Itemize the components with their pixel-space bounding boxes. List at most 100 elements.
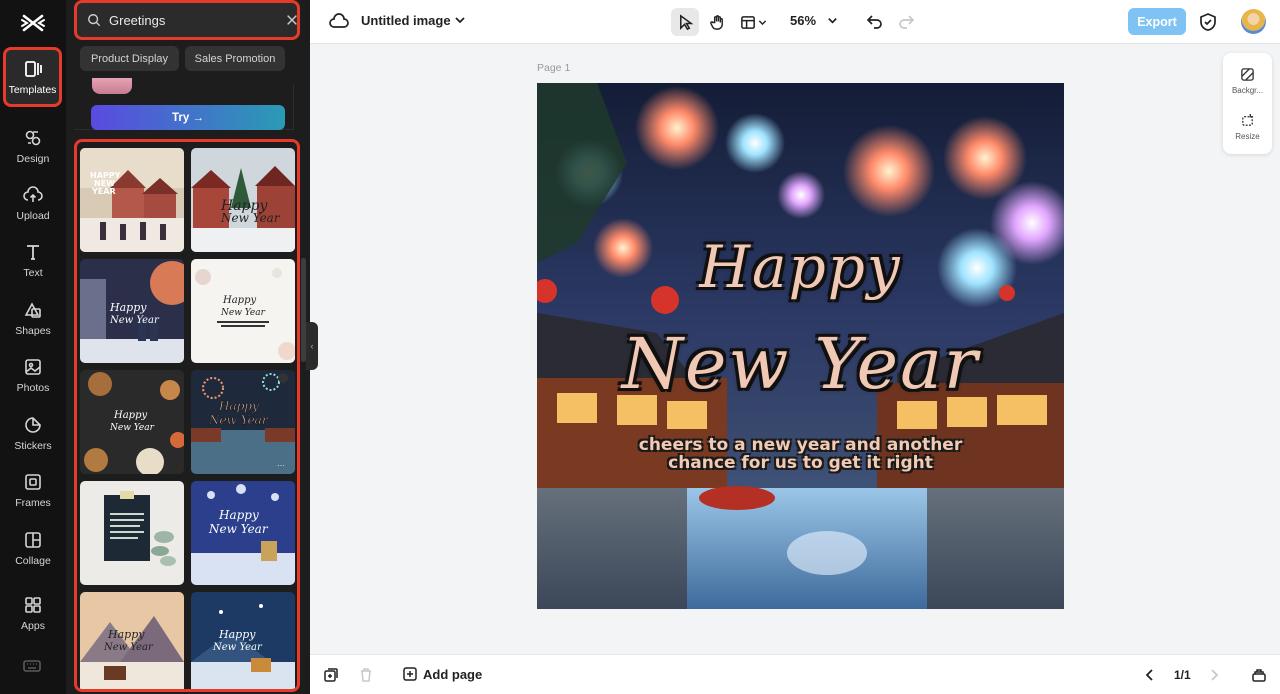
sidebar-item-label: Text [23,266,43,279]
subtitle-line-2: chance for us to get it right [668,453,933,473]
cursor-icon [679,13,693,30]
svg-text:New Year: New Year [208,413,269,427]
template-card[interactable]: Happy New Year [80,370,184,474]
svg-text:YEAR: YEAR [91,187,116,196]
svg-text:Happy: Happy [109,301,147,314]
svg-text:New Year: New Year [220,211,281,225]
sidebar-item-label: Design [16,152,50,165]
page-count: 1/1 [1174,668,1191,682]
svg-text:Happy: Happy [107,628,145,641]
templates-panel: Product Display Sales Promotion Try → HA… [66,0,310,694]
design-icon [25,130,41,145]
template-card[interactable]: Happy New Year [80,259,184,363]
sidebar-item-collage[interactable]: Collage [0,520,66,576]
chevron-down-icon[interactable] [453,13,467,27]
hand-icon [709,14,723,30]
stickers-icon [25,416,41,433]
pages-panel-icon[interactable] [1251,667,1267,683]
template-card[interactable] [80,481,184,585]
template-grid: HAPPY NEW YEAR Happy New Year Happy New Year… [74,139,300,692]
search-box [74,0,300,40]
avatar[interactable] [1241,9,1266,34]
template-card[interactable]: Happy New Year [191,148,295,252]
next-page-icon[interactable] [1206,667,1222,683]
sidebar-item-text[interactable]: Text [0,232,66,288]
svg-text:Happy: Happy [218,508,259,522]
template-card[interactable]: Happy New Year [191,481,295,585]
sidebar-item-label: Stickers [14,439,52,452]
photos-icon [25,358,41,375]
template-card[interactable]: Happy New Year ··· [191,370,295,474]
hand-tool-button[interactable] [703,8,731,36]
resize-icon [1242,113,1254,126]
sidebar-item-templates[interactable]: Templates [3,47,62,107]
headline-new-year[interactable]: New Year [537,323,1064,405]
chevron-down-icon [758,19,767,25]
sidebar-item-frames[interactable]: Frames [0,462,66,518]
svg-text:Happy: Happy [113,410,147,421]
chip-product-display[interactable]: Product Display [80,46,179,71]
svg-text:New Year: New Year [208,522,269,536]
svg-text:New Year: New Year [220,308,266,318]
delete-page-icon[interactable] [358,667,374,683]
export-button[interactable]: Export [1128,8,1186,35]
left-rail: Templates Design Upload Text Shapes Phot… [0,0,66,694]
sidebar-item-photos[interactable]: Photos [0,347,66,403]
sidebar-item-label: Upload [16,209,50,222]
headline-happy[interactable]: Happy [537,233,1064,301]
capcut-logo-icon[interactable] [20,10,46,36]
collage-icon [25,531,41,548]
sidebar-item-design[interactable]: Design [0,118,66,174]
zoom-chevron-down-icon[interactable] [826,14,839,27]
keyboard-icon[interactable] [22,656,42,676]
sidebar-item-label: Frames [15,496,51,509]
previous-page-icon[interactable] [1142,667,1158,683]
undo-icon[interactable] [865,12,885,32]
template-card[interactable]: Happy New Year [191,259,295,363]
layout-tool-button[interactable] [735,8,773,36]
close-icon[interactable] [285,13,299,27]
svg-text:Happy: Happy [218,628,256,641]
chip-sales-promotion[interactable]: Sales Promotion [185,46,285,71]
sidebar-item-label: Templates [8,83,57,96]
layout-icon [741,15,755,29]
template-card[interactable]: Happy New Year [191,592,295,689]
bottom-bar: Add page 1/1 [310,654,1280,694]
add-page-label: Add page [423,666,483,682]
svg-text:Happy: Happy [222,295,256,306]
template-card[interactable]: HAPPY NEW YEAR [80,148,184,252]
sidebar-item-apps[interactable]: Apps [0,585,66,641]
zoom-level[interactable]: 56% [790,13,816,28]
subtitle-text[interactable]: cheers to a new year and another chance … [597,436,1004,472]
cloud-save-icon[interactable] [329,12,349,32]
redo-icon[interactable] [896,12,916,32]
svg-text:···: ··· [277,461,285,470]
apps-icon [25,596,41,613]
background-button[interactable]: Backgr... [1223,59,1272,103]
text-icon [27,244,39,260]
sidebar-item-upload[interactable]: Upload [0,175,66,231]
document-title[interactable]: Untitled image [361,13,451,28]
sidebar-item-label: Collage [15,554,51,567]
template-card[interactable]: Happy New Year [80,592,184,689]
svg-text:New Year: New Year [109,315,160,326]
sidebar-item-stickers[interactable]: Stickers [0,405,66,461]
templates-icon [24,60,42,77]
sidebar-item-label: Apps [21,619,45,632]
select-tool-button[interactable] [671,8,699,36]
background-icon [1241,68,1254,81]
duplicate-page-icon[interactable] [323,667,339,683]
promo-thumbnail [92,78,132,94]
top-bar: Untitled image 56% Export [310,0,1280,44]
sidebar-item-shapes[interactable]: Shapes [0,290,66,346]
shield-icon[interactable] [1198,12,1218,32]
sidebar-item-label: Shapes [15,324,51,337]
search-input[interactable] [109,12,285,28]
add-page-button[interactable]: Add page [402,666,482,682]
resize-button[interactable]: Resize [1223,105,1272,149]
subtitle-line-1: cheers to a new year and another [638,435,963,455]
properties-panel: Backgr... Resize [1223,53,1272,154]
try-button[interactable]: Try → [91,105,285,130]
collapse-panel-handle[interactable]: ‹ [306,322,318,370]
artboard[interactable]: Happy New Year cheers to a new year and … [537,83,1064,609]
